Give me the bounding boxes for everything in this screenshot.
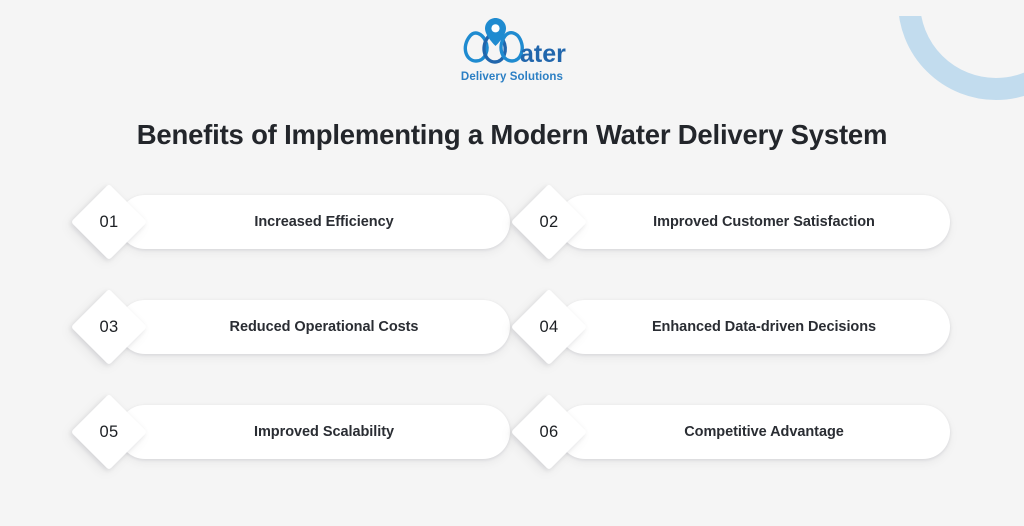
benefit-label: Improved Scalability	[253, 424, 395, 440]
benefit-number-badge: 03	[70, 288, 148, 366]
benefit-label: Enhanced Data-driven Decisions	[651, 319, 877, 335]
benefit-number-badge: 02	[510, 183, 588, 261]
benefit-item[interactable]: Competitive Advantage 06	[510, 393, 952, 471]
benefit-number-badge: 01	[70, 183, 148, 261]
benefit-item[interactable]: Increased Efficiency 01	[70, 183, 512, 261]
benefit-pill[interactable]: Enhanced Data-driven Decisions	[558, 300, 950, 354]
arc-mask	[894, 0, 1024, 16]
benefit-number: 03	[99, 317, 119, 336]
benefit-item[interactable]: Improved Customer Satisfaction 02	[510, 183, 952, 261]
benefit-pill[interactable]: Improved Scalability	[118, 405, 510, 459]
benefit-number: 06	[539, 422, 559, 441]
benefit-item[interactable]: Reduced Operational Costs 03	[70, 288, 512, 366]
benefit-item[interactable]: Improved Scalability 05	[70, 393, 512, 471]
page-title: Benefits of Implementing a Modern Water …	[136, 119, 888, 151]
water-logo-mark: ater	[463, 18, 566, 68]
benefit-pill[interactable]: Reduced Operational Costs	[118, 300, 510, 354]
benefit-label: Reduced Operational Costs	[229, 319, 419, 335]
brand-logo: ater Delivery Solutions	[0, 16, 1024, 83]
benefit-label: Competitive Advantage	[684, 424, 844, 440]
benefit-number: 05	[99, 422, 119, 441]
benefits-grid: Increased Efficiency 01 Improved Custome…	[0, 183, 1024, 471]
benefit-number: 01	[99, 212, 119, 231]
logo-tagline: Delivery Solutions	[460, 71, 564, 83]
benefit-pill[interactable]: Improved Customer Satisfaction	[558, 195, 950, 249]
logo-wordmark-text: ater	[520, 40, 566, 68]
benefit-pill[interactable]: Competitive Advantage	[558, 405, 950, 459]
benefit-number-badge: 04	[510, 288, 588, 366]
benefit-label: Increased Efficiency	[254, 214, 394, 230]
benefit-pill[interactable]: Increased Efficiency	[118, 195, 510, 249]
benefit-number-badge: 05	[70, 393, 148, 471]
benefit-number: 02	[539, 212, 559, 231]
benefit-label: Improved Customer Satisfaction	[653, 214, 875, 230]
benefit-item[interactable]: Enhanced Data-driven Decisions 04	[510, 288, 952, 366]
benefit-number: 04	[539, 317, 559, 336]
benefit-number-badge: 06	[510, 393, 588, 471]
